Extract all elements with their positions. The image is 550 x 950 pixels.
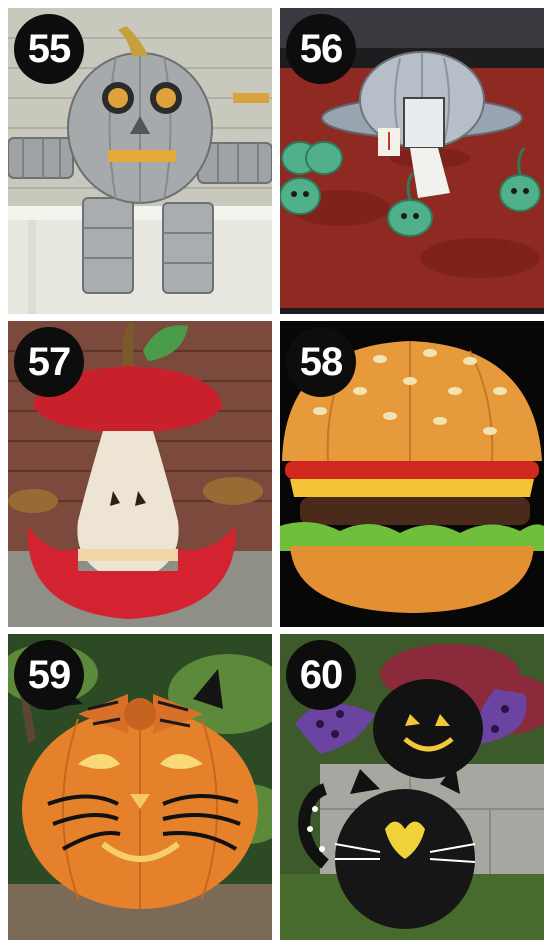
idea-number-badge: 59 xyxy=(14,640,84,710)
pumpkin-ideas-grid: 55 56 57 58 59 60 xyxy=(0,0,550,950)
idea-number-badge: 57 xyxy=(14,327,84,397)
tile-cat-jackolantern: 59 xyxy=(8,634,272,940)
tile-apple-core-pumpkin: 57 xyxy=(8,321,272,627)
idea-number-badge: 58 xyxy=(286,327,356,397)
tile-hamburger-pumpkin: 58 xyxy=(280,321,544,627)
idea-number-badge: 55 xyxy=(14,14,84,84)
tile-black-cat-bat-pumpkins: 60 xyxy=(280,634,544,940)
idea-number-badge: 60 xyxy=(286,640,356,710)
tile-ufo-pumpkin: 56 xyxy=(280,8,544,314)
tile-robot-pumpkin: 55 xyxy=(8,8,272,314)
idea-number-badge: 56 xyxy=(286,14,356,84)
